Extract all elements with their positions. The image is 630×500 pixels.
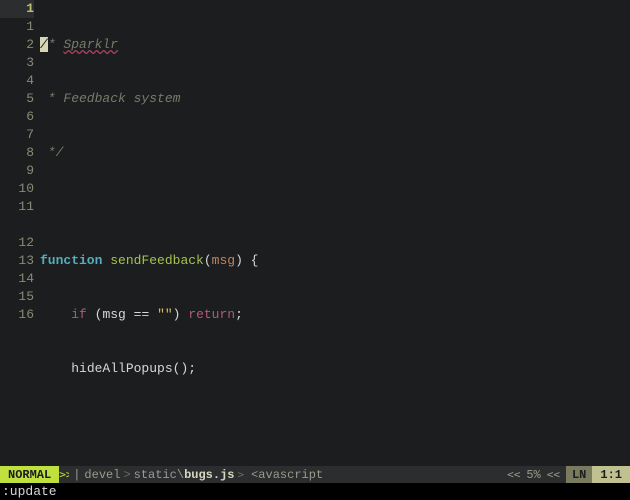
statusline: NORMAL >> | devel > static\bugs.js > <av…	[0, 466, 630, 483]
rel-line: 8	[0, 144, 34, 162]
line-number-gutter: 1 1 2 3 4 5 6 7 8 9 10 11 12 13 14 15 16	[0, 0, 40, 466]
code-line: hideAllPopups();	[40, 360, 630, 378]
separator-icon: >>	[59, 466, 69, 483]
git-branch: | devel > static\bugs.js >	[69, 466, 251, 483]
rel-line: 2	[0, 36, 34, 54]
file-path-name: bugs.js	[184, 468, 234, 482]
rel-line: 10	[0, 180, 34, 198]
rel-line: 1	[0, 18, 34, 36]
rel-line: 14	[0, 270, 34, 288]
mode-indicator: NORMAL	[0, 466, 59, 483]
filetype-indicator: <avascript	[251, 466, 329, 483]
spell-error: Sparklr	[63, 37, 118, 52]
rel-line: 15	[0, 288, 34, 306]
vim-editor: 1 1 2 3 4 5 6 7 8 9 10 11 12 13 14 15 16…	[0, 0, 630, 500]
code-area[interactable]: 1 1 2 3 4 5 6 7 8 9 10 11 12 13 14 15 16…	[0, 0, 630, 466]
rel-line: 13	[0, 252, 34, 270]
rel-line: 5	[0, 90, 34, 108]
code-line: function sendFeedback(msg) {	[40, 252, 630, 270]
rel-line	[0, 216, 34, 234]
rel-line: 12	[0, 234, 34, 252]
rel-line: 11	[0, 198, 34, 216]
code-line: if (msg == "") return;	[40, 306, 630, 324]
rel-line: 9	[0, 162, 34, 180]
rel-line: 6	[0, 108, 34, 126]
code-line: /* Sparklr	[40, 36, 630, 54]
command-line[interactable]: :update	[0, 483, 630, 500]
rel-line: 3	[0, 54, 34, 72]
code-line	[40, 198, 630, 216]
code-line: */	[40, 144, 630, 162]
rel-line: 4	[0, 72, 34, 90]
code-line	[40, 414, 630, 432]
cursor: /	[40, 37, 48, 52]
scroll-percent: <<5%<<	[501, 466, 566, 483]
rel-line: 7	[0, 126, 34, 144]
cursor-position: 1:1	[592, 466, 630, 483]
line-label: LN	[566, 466, 592, 483]
rel-line: 16	[0, 306, 34, 324]
code-line: * Feedback system	[40, 90, 630, 108]
file-path-dir: static\	[134, 468, 184, 482]
current-line-number: 1	[0, 0, 34, 18]
code-content[interactable]: /* Sparklr * Feedback system */ function…	[40, 0, 630, 466]
